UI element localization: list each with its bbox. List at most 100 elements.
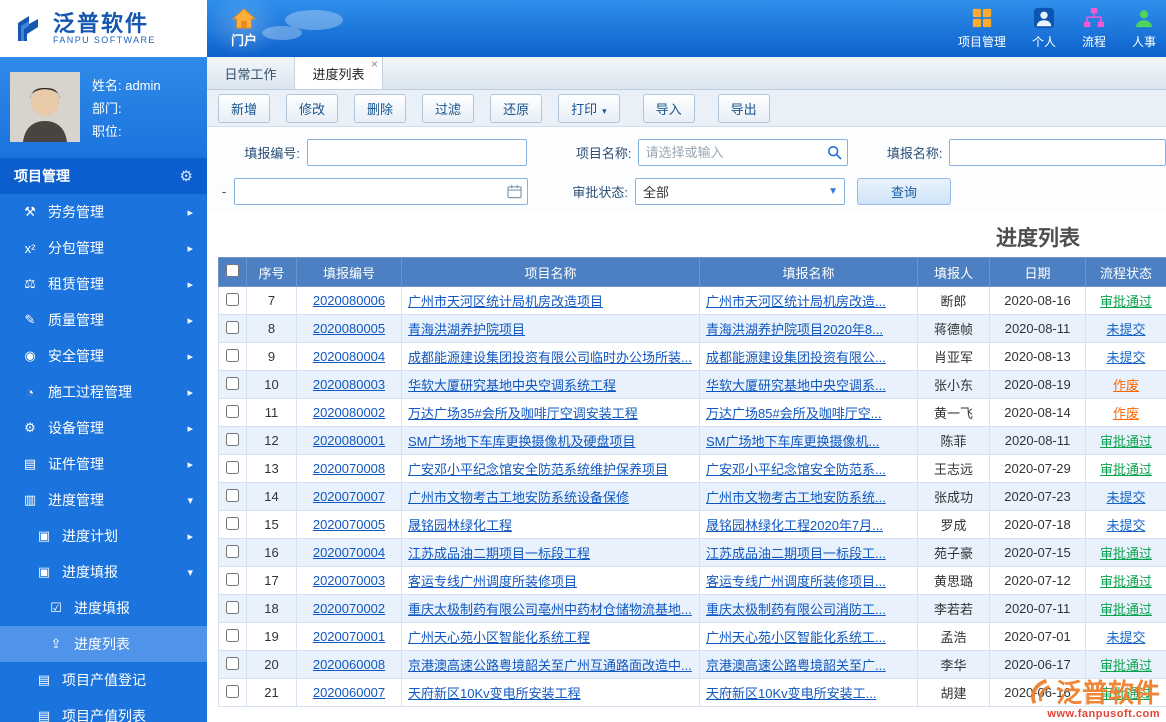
sidebar-item-equipment[interactable]: ⚙ 设备管理 ▸: [0, 410, 207, 446]
project-name-link[interactable]: 广州市文物考古工地安防系统设备保修: [408, 490, 629, 505]
nav-hr[interactable]: 人事: [1132, 7, 1156, 50]
export-button[interactable]: 导出: [717, 93, 770, 123]
sidebar-item-certificate[interactable]: ▤ 证件管理 ▸: [0, 446, 207, 482]
report-name-link[interactable]: 广安邓小平纪念馆安全防范系...: [706, 462, 886, 477]
report-name-link[interactable]: 晟铭园林绿化工程2020年7月...: [706, 518, 883, 533]
report-no-input[interactable]: [307, 139, 528, 166]
row-checkbox[interactable]: [226, 516, 239, 530]
workflow-status[interactable]: 审批通过: [1100, 462, 1152, 477]
report-name-link[interactable]: 重庆太极制药有限公司消防工...: [706, 602, 886, 617]
tab-progress-list[interactable]: 进度列表 ×: [295, 57, 383, 89]
sidebar-item-progress-list[interactable]: ⇪ 进度列表: [0, 626, 207, 662]
row-checkbox[interactable]: [226, 628, 239, 642]
report-name-input[interactable]: [949, 139, 1166, 166]
add-button[interactable]: 新增: [218, 93, 271, 123]
workflow-status[interactable]: 审批通过: [1100, 434, 1152, 449]
sidebar-item-construction-process[interactable]: ◔ 施工过程管理 ▸: [0, 374, 207, 410]
report-name-link[interactable]: 广州天心苑小区智能化系统工...: [706, 630, 886, 645]
report-code-link[interactable]: 2020080001: [313, 433, 385, 448]
calendar-icon[interactable]: [507, 184, 522, 199]
report-name-link[interactable]: 京港澳高速公路粤境韶关至广...: [706, 658, 886, 673]
sidebar-item-progress[interactable]: ▥ 进度管理 ▾: [0, 482, 207, 518]
workflow-status[interactable]: 审批通过: [1100, 602, 1152, 617]
project-name-link[interactable]: 江苏成品油二期项目一标段工程: [408, 546, 590, 561]
sidebar-item-output-register[interactable]: ▤ 项目产值登记: [0, 662, 207, 698]
nav-personal[interactable]: 个人: [1032, 7, 1056, 50]
edit-button[interactable]: 修改: [286, 93, 339, 123]
report-code-link[interactable]: 2020070002: [313, 601, 385, 616]
row-checkbox[interactable]: [226, 600, 239, 614]
date-input[interactable]: [235, 179, 507, 204]
search-icon[interactable]: [827, 145, 843, 160]
tab-daily-work[interactable]: 日常工作: [207, 57, 295, 89]
sidebar-item-progress-report-entry[interactable]: ☑ 进度填报: [0, 590, 207, 626]
report-name-link[interactable]: SM广场地下车库更换摄像机...: [706, 434, 879, 449]
project-name-link[interactable]: 天府新区10Kv变电所安装工程: [408, 686, 581, 701]
select-all-checkbox[interactable]: [226, 264, 239, 277]
project-name-link[interactable]: 广安邓小平纪念馆安全防范系统维护保养项目: [408, 462, 668, 477]
workflow-status[interactable]: 审批通过: [1100, 686, 1152, 701]
project-name-link[interactable]: 成都能源建设集团投资有限公司临时办公场所装...: [408, 350, 692, 365]
report-code-link[interactable]: 2020080003: [313, 377, 385, 392]
project-name-link[interactable]: 广州市天河区统计局机房改造项目: [408, 294, 603, 309]
project-name-link[interactable]: 青海洪湖养护院项目: [408, 322, 525, 337]
sidebar-item-lease[interactable]: ⚖ 租赁管理 ▸: [0, 266, 207, 302]
project-name-link[interactable]: 客运专线广州调度所装修项目: [408, 574, 577, 589]
report-code-link[interactable]: 2020080005: [313, 321, 385, 336]
delete-button[interactable]: 删除: [354, 93, 407, 123]
row-checkbox[interactable]: [226, 460, 239, 474]
nav-workflow[interactable]: 流程: [1082, 7, 1106, 50]
import-button[interactable]: 导入: [642, 93, 695, 123]
row-checkbox[interactable]: [226, 376, 239, 390]
report-code-link[interactable]: 2020070003: [313, 573, 385, 588]
workflow-status[interactable]: 审批通过: [1100, 546, 1152, 561]
row-checkbox[interactable]: [226, 292, 239, 306]
filter-button[interactable]: 过滤: [422, 93, 475, 123]
workflow-status[interactable]: 未提交: [1106, 630, 1145, 645]
row-checkbox[interactable]: [226, 348, 239, 362]
project-name-link[interactable]: 万达广场35#会所及咖啡厅空调安装工程: [408, 406, 638, 421]
report-code-link[interactable]: 2020080004: [313, 349, 385, 364]
workflow-status[interactable]: 未提交: [1106, 490, 1145, 505]
workflow-status[interactable]: 未提交: [1106, 322, 1145, 337]
report-code-link[interactable]: 2020080002: [313, 405, 385, 420]
row-checkbox[interactable]: [226, 488, 239, 502]
sidebar-item-quality[interactable]: ✎ 质量管理 ▸: [0, 302, 207, 338]
project-name-link[interactable]: SM广场地下车库更换摄像机及硬盘项目: [408, 434, 636, 449]
report-name-link[interactable]: 江苏成品油二期项目一标段工...: [706, 546, 886, 561]
report-name-link[interactable]: 天府新区10Kv变电所安装工...: [706, 686, 876, 701]
workflow-status[interactable]: 审批通过: [1100, 658, 1152, 673]
query-button[interactable]: 查询: [857, 178, 951, 205]
workflow-status[interactable]: 审批通过: [1100, 294, 1152, 309]
sidebar-item-output-list[interactable]: ▤ 项目产值列表: [0, 698, 207, 722]
report-name-link[interactable]: 广州市文物考古工地安防系统...: [706, 490, 886, 505]
project-name-link[interactable]: 京港澳高速公路粤境韶关至广州互通路面改造中...: [408, 658, 692, 673]
workflow-status[interactable]: 未提交: [1106, 350, 1145, 365]
report-name-link[interactable]: 万达广场85#会所及咖啡厅空...: [706, 406, 882, 421]
sidebar-item-labor[interactable]: ⚒ 劳务管理 ▸: [0, 194, 207, 230]
row-checkbox[interactable]: [226, 404, 239, 418]
print-button[interactable]: 打印 ▾: [558, 93, 620, 123]
report-code-link[interactable]: 2020070004: [313, 545, 385, 560]
restore-button[interactable]: 还原: [490, 93, 543, 123]
project-name-link[interactable]: 晟铭园林绿化工程: [408, 518, 512, 533]
project-name-link[interactable]: 重庆太极制药有限公司亳州中药材仓储物流基地...: [408, 602, 692, 617]
nav-project-management[interactable]: 项目管理: [958, 7, 1006, 50]
close-icon[interactable]: ×: [371, 58, 378, 70]
project-name-input[interactable]: [639, 140, 828, 165]
report-name-link[interactable]: 客运专线广州调度所装修项目...: [706, 574, 886, 589]
approval-status-select[interactable]: 全部 ▼: [635, 178, 845, 205]
report-name-link[interactable]: 广州市天河区统计局机房改造...: [706, 294, 886, 309]
row-checkbox[interactable]: [226, 544, 239, 558]
row-checkbox[interactable]: [226, 572, 239, 586]
row-checkbox[interactable]: [226, 684, 239, 698]
workflow-status[interactable]: 作废: [1113, 406, 1139, 421]
report-code-link[interactable]: 2020070008: [313, 461, 385, 476]
sidebar-item-progress-plan[interactable]: ▣ 进度计划 ▸: [0, 518, 207, 554]
workflow-status[interactable]: 作废: [1113, 378, 1139, 393]
report-code-link[interactable]: 2020070007: [313, 489, 385, 504]
sidebar-item-progress-report[interactable]: ▣ 进度填报 ▾: [0, 554, 207, 590]
report-name-link[interactable]: 华软大厦研究基地中央空调系...: [706, 378, 886, 393]
workflow-status[interactable]: 未提交: [1106, 518, 1145, 533]
project-name-link[interactable]: 华软大厦研究基地中央空调系统工程: [408, 378, 616, 393]
